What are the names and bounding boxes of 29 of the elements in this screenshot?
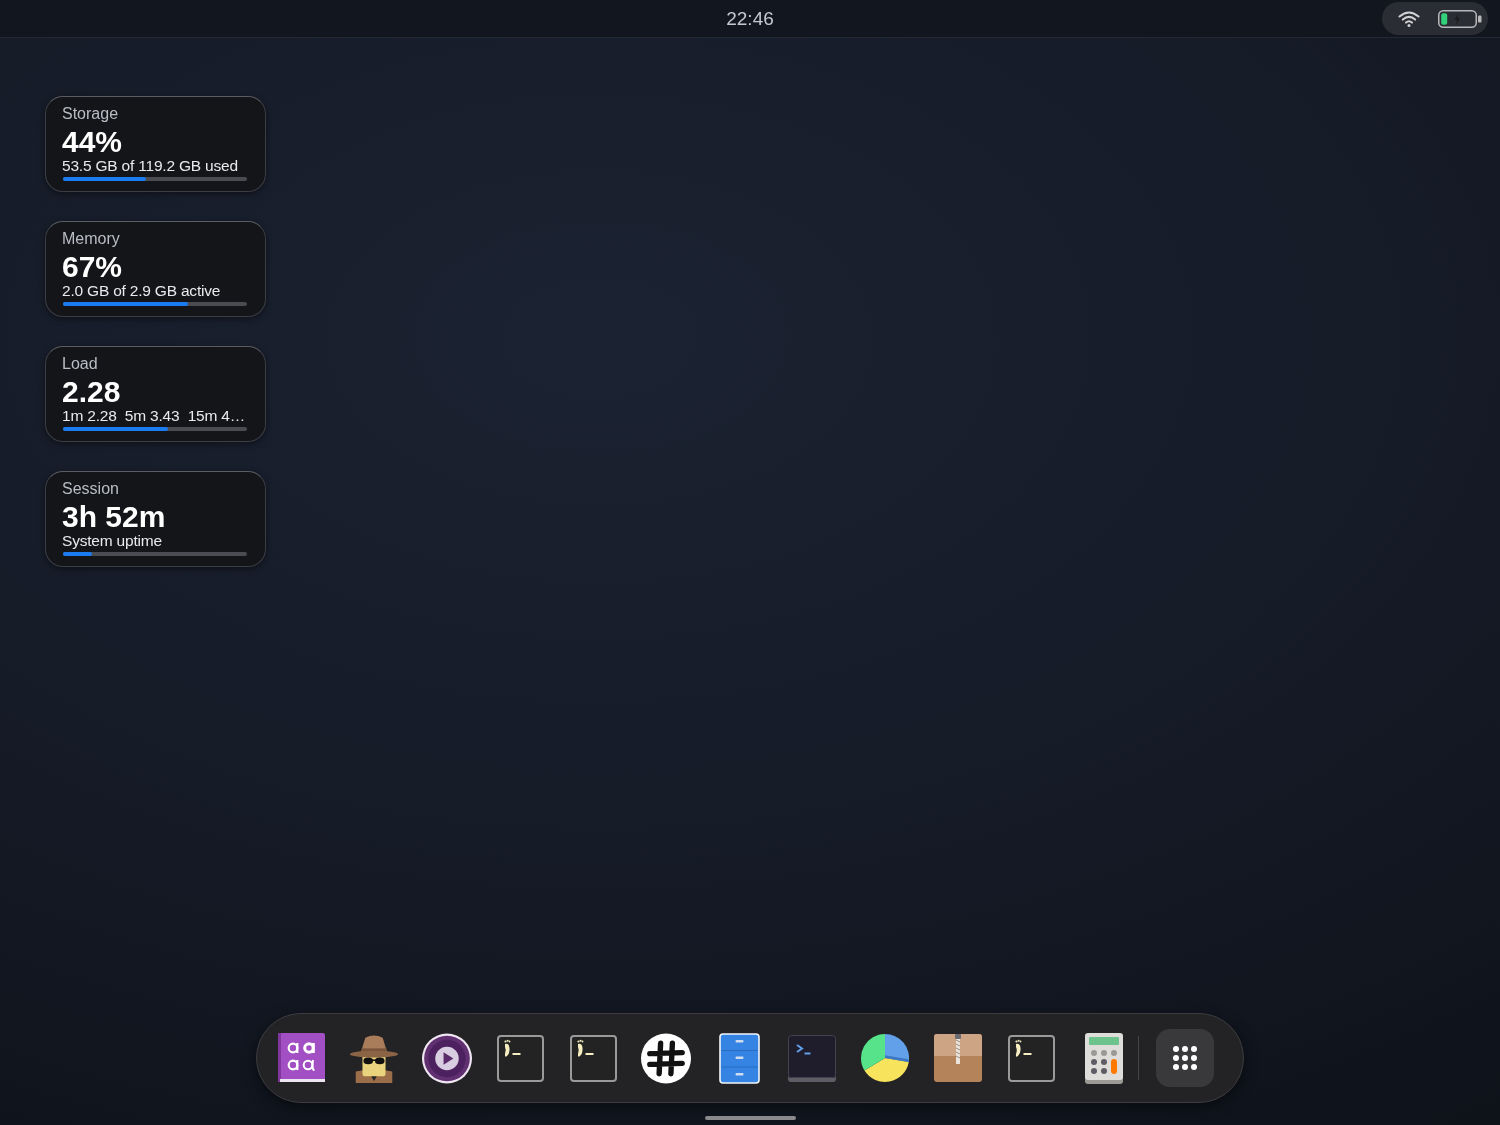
app-grid-button[interactable]: [1156, 1029, 1214, 1087]
spy-icon[interactable]: [349, 1032, 399, 1084]
widget-value: 44%: [62, 127, 124, 157]
hash-icon[interactable]: [641, 1032, 691, 1084]
battery-charging-icon: [1438, 9, 1482, 28]
play-disc-icon[interactable]: [422, 1032, 472, 1084]
system-status-area[interactable]: [1382, 2, 1488, 35]
widget-value: 67%: [62, 252, 124, 282]
calculator-icon[interactable]: [1085, 1032, 1123, 1084]
widget-value: 2.28: [62, 377, 122, 407]
widget-label: Storage: [62, 104, 120, 124]
widget-detail: 1m 2.28 5m 3.43 15m 4…: [62, 407, 247, 425]
grid-icon: [1173, 1046, 1197, 1070]
widget-detail: 2.0 GB of 2.9 GB active: [62, 282, 222, 300]
widget-label: Memory: [62, 229, 121, 249]
foot-terminal-icon[interactable]: [569, 1034, 617, 1082]
wifi-icon: [1398, 10, 1420, 27]
widget-detail: 53.5 GB of 119.2 GB used: [62, 157, 239, 175]
font-book-icon[interactable]: [277, 1033, 325, 1083]
widget-detail: System uptime: [62, 532, 163, 550]
package-icon[interactable]: [934, 1034, 982, 1082]
file-cabinet-icon[interactable]: [718, 1032, 760, 1084]
foot-terminal-icon[interactable]: [496, 1034, 544, 1082]
widget-value: 3h 52m: [62, 502, 167, 532]
clock: 22:46: [726, 7, 774, 31]
widget-label: Load: [62, 354, 99, 374]
widget-label: Session: [62, 479, 120, 499]
terminal-icon[interactable]: [788, 1034, 836, 1082]
foot-terminal-icon[interactable]: [1007, 1034, 1055, 1082]
